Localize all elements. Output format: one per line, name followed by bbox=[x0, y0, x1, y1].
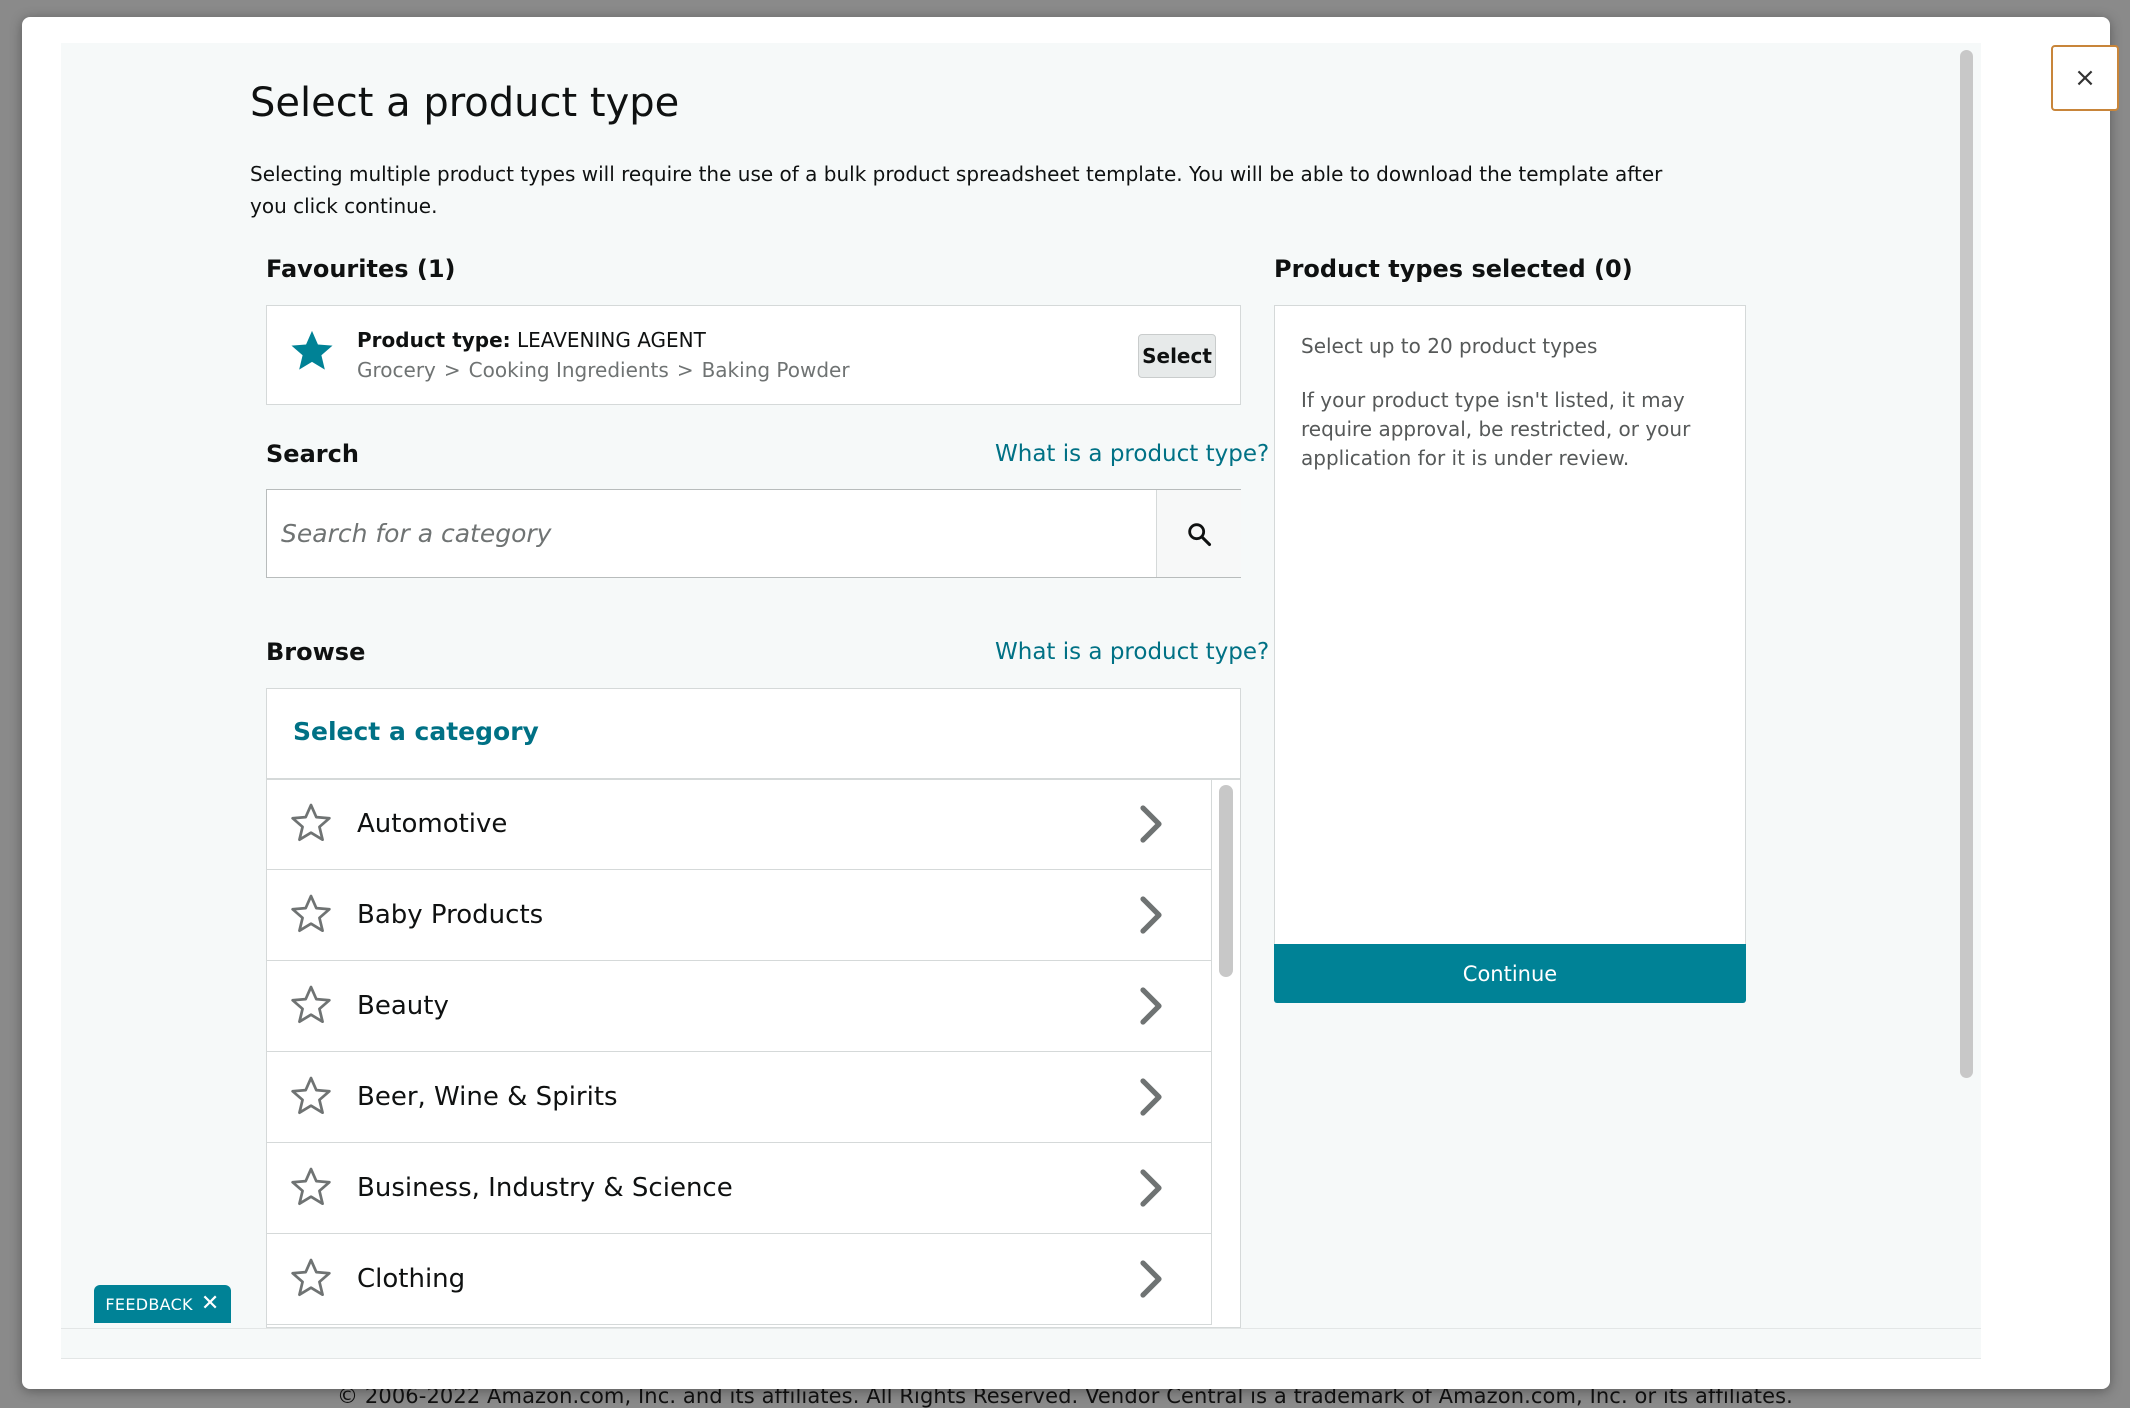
star-outline-icon[interactable] bbox=[289, 892, 333, 936]
product-type-label: Product type: bbox=[357, 328, 511, 352]
page-title: Select a product type bbox=[250, 80, 680, 126]
favourite-item: Product type: LEAVENING AGENT Grocery > Co… bbox=[266, 305, 1241, 405]
browse-heading: Browse bbox=[266, 638, 366, 666]
star-outline-icon[interactable] bbox=[289, 983, 333, 1027]
close-button[interactable]: × bbox=[2051, 45, 2119, 111]
star-outline-icon[interactable] bbox=[289, 1165, 333, 1209]
category-row-business-industry-science[interactable]: Business, Industry & Science bbox=[267, 1143, 1212, 1234]
path-separator: > bbox=[443, 358, 461, 382]
chevron-right-icon bbox=[1140, 1078, 1162, 1116]
search-help-link[interactable]: What is a product type? bbox=[995, 441, 1269, 467]
favourite-product-type: Product type: LEAVENING AGENT bbox=[357, 328, 706, 352]
category-label: Beer, Wine & Spirits bbox=[357, 1082, 618, 1112]
chevron-right-icon bbox=[1140, 1169, 1162, 1207]
selected-heading: Product types selected (0) bbox=[1274, 255, 1633, 283]
product-type-value: LEAVENING AGENT bbox=[517, 328, 706, 352]
selected-product-types: Select up to 20 product types If your pr… bbox=[1274, 305, 1746, 945]
search-button[interactable] bbox=[1156, 490, 1241, 577]
category-list-scrollbar[interactable] bbox=[1219, 785, 1233, 977]
path-separator: > bbox=[676, 358, 694, 382]
star-outline-icon[interactable] bbox=[289, 1256, 333, 1300]
category-label: Beauty bbox=[357, 991, 449, 1021]
category-row-beauty[interactable]: Beauty bbox=[267, 961, 1212, 1052]
chevron-right-icon bbox=[1140, 987, 1162, 1025]
category-label: Baby Products bbox=[357, 900, 544, 930]
path-segment: Cooking Ingredients bbox=[468, 358, 669, 382]
category-list-title: Select a category bbox=[293, 717, 539, 746]
feedback-tab[interactable]: FEEDBACK ✕ bbox=[94, 1285, 231, 1323]
modal-footer-strip bbox=[61, 1328, 1981, 1359]
category-label: Business, Industry & Science bbox=[357, 1173, 733, 1203]
path-segment: Baking Powder bbox=[701, 358, 850, 382]
page-description: Selecting multiple product types will re… bbox=[250, 162, 1663, 218]
search-field bbox=[266, 489, 1241, 578]
continue-button[interactable]: Continue bbox=[1274, 944, 1746, 1003]
selection-limit-hint: Select up to 20 product types bbox=[1301, 334, 1598, 358]
favourites-heading: Favourites (1) bbox=[266, 255, 456, 283]
category-row-automotive[interactable]: Automotive bbox=[267, 779, 1212, 870]
category-row-clothing[interactable]: Clothing bbox=[267, 1234, 1212, 1325]
search-input[interactable] bbox=[267, 490, 1156, 577]
star-outline-icon[interactable] bbox=[289, 801, 333, 845]
chevron-right-icon bbox=[1140, 896, 1162, 934]
category-list: Automotive Baby Products Beauty Beer, Wi… bbox=[267, 779, 1212, 1325]
category-label: Clothing bbox=[357, 1264, 466, 1294]
category-browser-header: Select a category bbox=[267, 689, 1240, 780]
category-row-beer-wine-spirits[interactable]: Beer, Wine & Spirits bbox=[267, 1052, 1212, 1143]
category-row-baby-products[interactable]: Baby Products bbox=[267, 870, 1212, 961]
favourite-select-button[interactable]: Select bbox=[1138, 334, 1216, 378]
search-icon bbox=[1188, 522, 1212, 546]
selection-note: If your product type isn't listed, it ma… bbox=[1301, 388, 1691, 470]
chevron-right-icon bbox=[1140, 805, 1162, 843]
favourite-category-path: Grocery > Cooking Ingredients > Baking Powde… bbox=[357, 358, 850, 382]
star-filled-icon[interactable] bbox=[289, 328, 335, 374]
search-heading: Search bbox=[266, 440, 359, 468]
category-label: Automotive bbox=[357, 809, 508, 839]
path-segment: Grocery bbox=[357, 358, 436, 382]
close-icon[interactable]: ✕ bbox=[201, 1293, 220, 1315]
star-outline-icon[interactable] bbox=[289, 1074, 333, 1118]
chevron-right-icon bbox=[1140, 1260, 1162, 1298]
feedback-label: FEEDBACK bbox=[105, 1294, 193, 1314]
browse-help-link[interactable]: What is a product type? bbox=[995, 639, 1269, 665]
modal-scrollbar[interactable] bbox=[1960, 50, 1973, 1078]
category-browser: Select a category Automotive Baby Produc… bbox=[266, 688, 1241, 1328]
